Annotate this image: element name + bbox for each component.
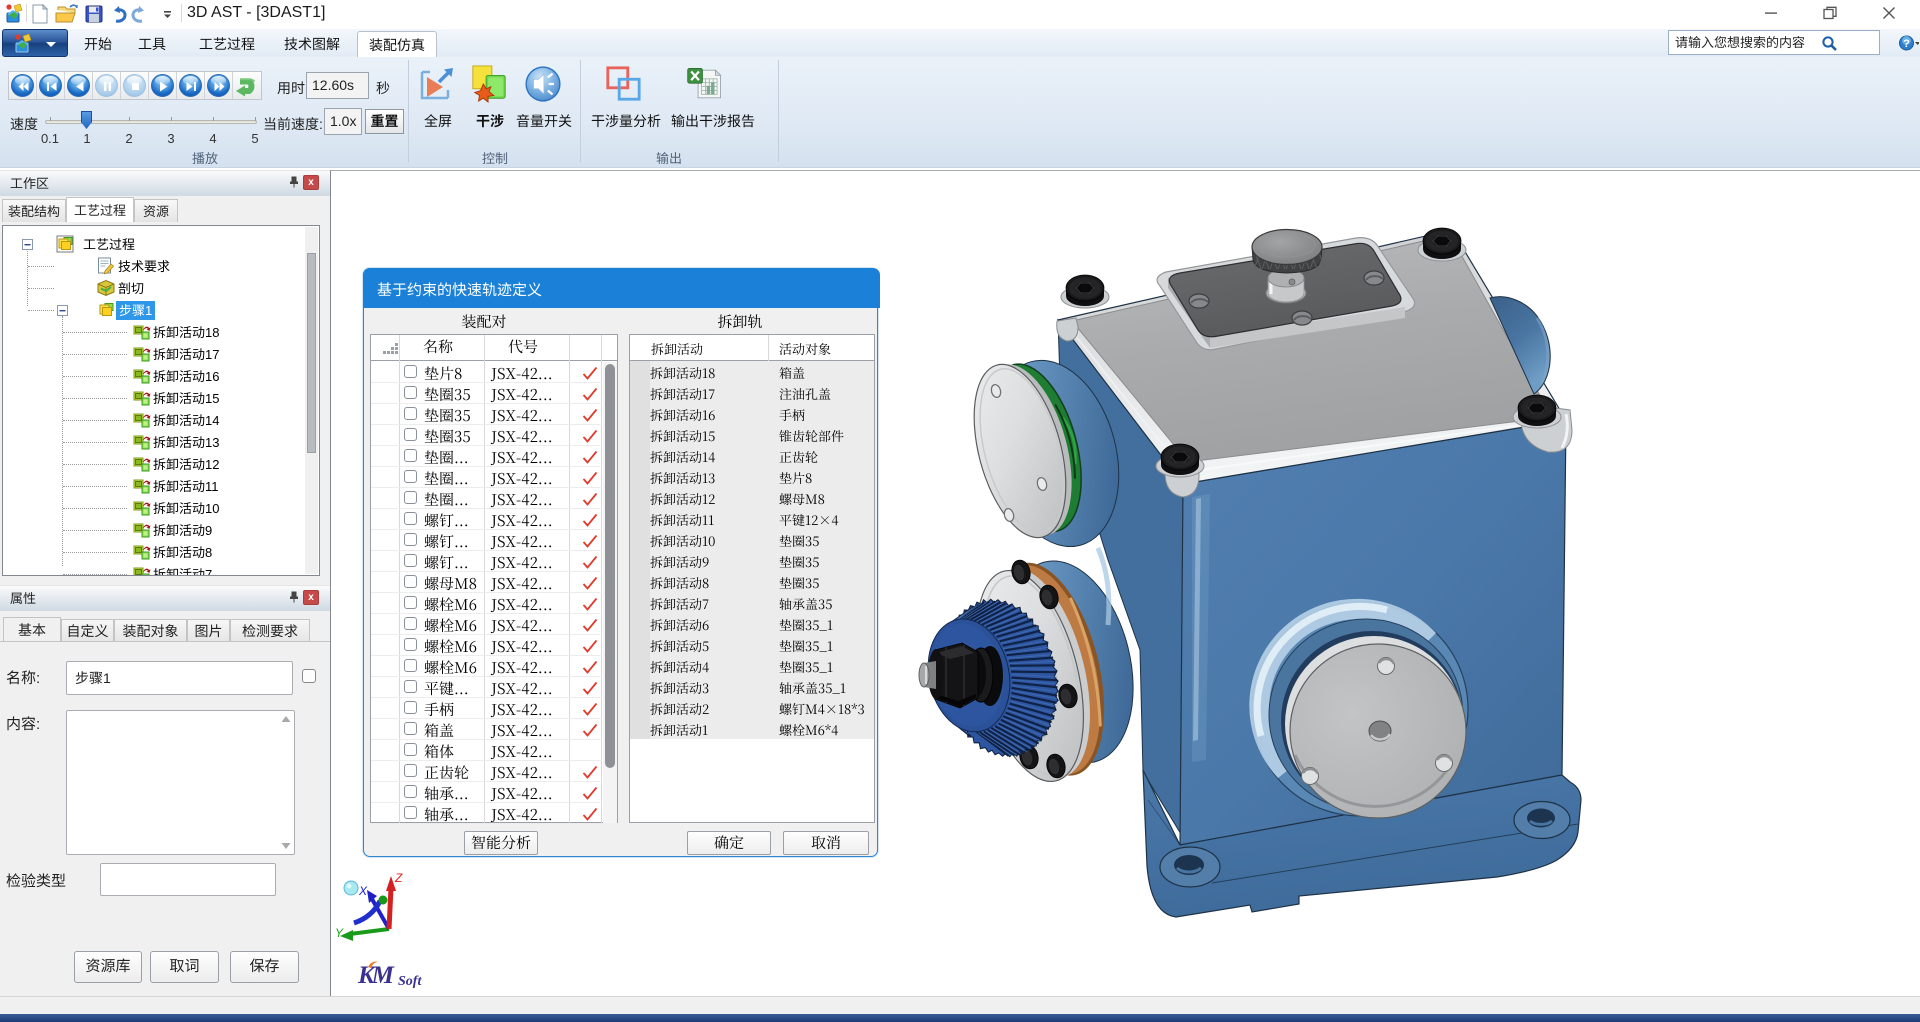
svg-text:Soft: Soft [398,974,422,989]
svg-text:Y: Y [335,926,344,940]
svg-text:KM: KM [357,962,395,989]
svg-text:?: ? [1903,38,1910,50]
svg-text:X: X [358,884,368,898]
svg-text:Z: Z [394,871,403,885]
